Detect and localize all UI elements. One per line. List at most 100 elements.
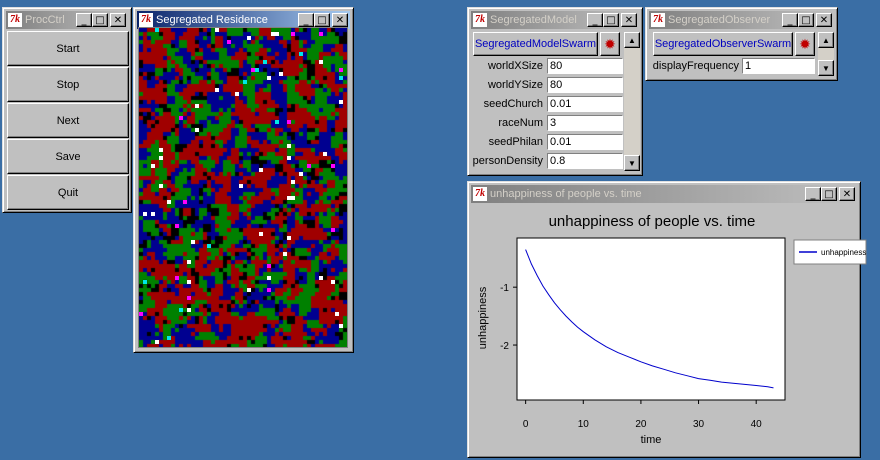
param-label: raceNum	[498, 117, 543, 129]
agent-dot	[279, 72, 283, 76]
agent-dot	[339, 68, 343, 72]
agent-dot	[319, 60, 323, 64]
maximize-icon[interactable]: □	[798, 13, 814, 27]
agent-dot	[275, 120, 279, 124]
window-title: ProcCtrl	[25, 14, 65, 26]
persondensity-field[interactable]: 0.8	[547, 153, 623, 169]
agent-dot	[335, 312, 339, 316]
scroll-down-icon[interactable]: ▼	[624, 155, 640, 171]
agent-dot	[319, 276, 323, 280]
agent-dot	[291, 180, 295, 184]
minimize-icon[interactable]: _	[298, 13, 314, 27]
seedphilan-field[interactable]: 0.01	[547, 134, 623, 150]
tk-icon: 7k	[139, 13, 153, 27]
maximize-icon[interactable]: □	[92, 13, 108, 27]
agent-dot	[247, 36, 251, 40]
agent-dot	[283, 252, 287, 256]
model-titlebar[interactable]: 7k SegregatedModel _ □ ✕	[471, 11, 639, 29]
close-icon[interactable]: ✕	[332, 13, 348, 27]
model-swarm-button[interactable]: SegregatedModelSwarm	[473, 32, 598, 56]
agent-dot	[187, 280, 191, 284]
minimize-icon[interactable]: _	[76, 13, 92, 27]
param-label: personDensity	[472, 155, 543, 167]
observer-swarm-button[interactable]: SegregatedObserverSwarm	[653, 32, 793, 56]
bug-icon[interactable]: ✹	[795, 32, 815, 56]
residence-grid[interactable]	[138, 27, 348, 348]
worldxsize-field[interactable]: 80	[547, 58, 623, 74]
close-icon[interactable]: ✕	[839, 187, 855, 201]
racenum-field[interactable]: 3	[547, 115, 623, 131]
displayfrequency-field[interactable]: 1	[742, 58, 815, 74]
agent-dot	[175, 224, 179, 228]
seedchurch-field[interactable]: 0.01	[547, 96, 623, 112]
close-icon[interactable]: ✕	[621, 13, 637, 27]
scroll-up-icon[interactable]: ▲	[624, 32, 640, 48]
agent-dot	[339, 324, 343, 328]
agent-dot	[287, 120, 291, 124]
bug-icon[interactable]: ✹	[600, 32, 620, 56]
tk-icon: 7k	[473, 13, 487, 27]
procctrl-titlebar[interactable]: 7k ProcCtrl _ □ ✕	[6, 11, 128, 29]
maximize-icon[interactable]: □	[314, 13, 330, 27]
agent-dot	[207, 244, 211, 248]
agent-dot	[195, 128, 199, 132]
next-button[interactable]: Next	[7, 103, 129, 138]
window-title: unhappiness of people vs. time	[490, 188, 642, 200]
minimize-icon[interactable]: _	[805, 187, 821, 201]
observer-titlebar[interactable]: 7k SegregatedObserver _ □ ✕	[649, 11, 834, 29]
agent-dot	[159, 184, 163, 188]
agent-dot	[243, 80, 247, 84]
window-title: SegregatedObserver	[668, 14, 771, 26]
quit-button[interactable]: Quit	[7, 175, 129, 210]
agent-dot	[339, 100, 343, 104]
agent-dot	[267, 276, 271, 280]
worldysize-field[interactable]: 80	[547, 77, 623, 93]
start-button[interactable]: Start	[7, 31, 129, 66]
plot-window: 7k unhappiness of people vs. time _ □ ✕	[467, 181, 861, 458]
agent-dot	[151, 164, 155, 168]
agent-dot	[215, 28, 219, 32]
agent-dot	[331, 164, 335, 168]
param-label: seedChurch	[483, 98, 543, 110]
agent-dot	[267, 288, 271, 292]
agent-dot	[291, 196, 295, 200]
scroll-down-icon[interactable]: ▼	[818, 60, 834, 76]
window-title: Segregated Residence	[156, 14, 268, 26]
agent-dot	[287, 156, 291, 160]
model-scrollbar[interactable]: ▲ ▼	[624, 32, 640, 171]
maximize-icon[interactable]: □	[603, 13, 619, 27]
agent-dot	[195, 104, 199, 108]
agent-dot	[255, 68, 259, 72]
observer-scrollbar[interactable]: ▲ ▼	[818, 32, 834, 76]
agent-dot	[179, 116, 183, 120]
minimize-icon[interactable]: _	[782, 13, 798, 27]
agent-dot	[299, 52, 303, 56]
minimize-icon[interactable]: _	[587, 13, 603, 27]
agent-dot	[323, 152, 327, 156]
procctrl-window: 7k ProcCtrl _ □ ✕ Start Stop Next Save Q…	[2, 7, 132, 213]
agent-dot	[299, 172, 303, 176]
agent-dot	[187, 296, 191, 300]
save-button[interactable]: Save	[7, 139, 129, 174]
scroll-up-icon[interactable]: ▲	[818, 32, 834, 48]
agent-dot	[287, 144, 291, 148]
agent-dot	[239, 184, 243, 188]
agent-dot	[227, 40, 231, 44]
agent-dot	[167, 336, 171, 340]
agent-dot	[235, 92, 239, 96]
close-icon[interactable]: ✕	[816, 13, 832, 27]
stop-button[interactable]: Stop	[7, 67, 129, 102]
plot-titlebar[interactable]: 7k unhappiness of people vs. time _ □ ✕	[471, 185, 857, 203]
model-window: 7k SegregatedModel _ □ ✕ SegregatedModel…	[467, 7, 643, 176]
agent-dot	[263, 60, 267, 64]
agent-dot	[291, 32, 295, 36]
agent-dot	[287, 196, 291, 200]
agent-dot	[187, 260, 191, 264]
agent-dot	[267, 76, 271, 80]
close-icon[interactable]: ✕	[110, 13, 126, 27]
tk-icon: 7k	[473, 187, 487, 201]
maximize-icon[interactable]: □	[821, 187, 837, 201]
agent-dot	[259, 168, 263, 172]
tk-icon: 7k	[651, 13, 665, 27]
param-label: seedPhilan	[488, 136, 543, 148]
